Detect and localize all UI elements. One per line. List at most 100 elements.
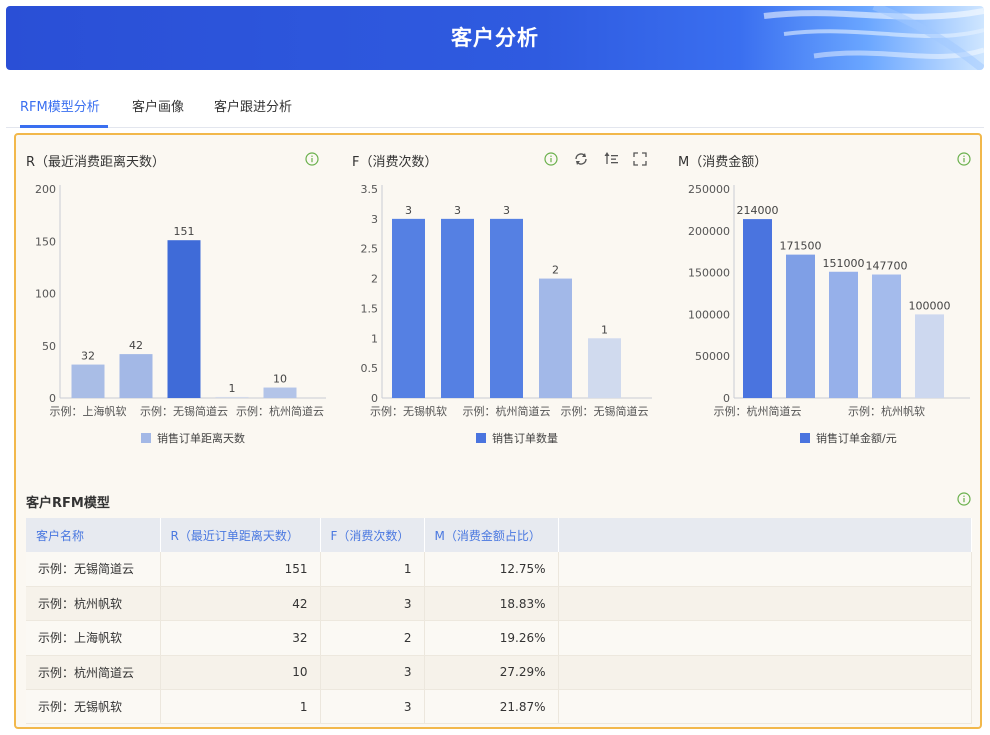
y-tick-label: 150000 [688,267,730,280]
rfm-table-title: 客户RFM模型 [26,496,110,511]
bar [119,354,153,398]
y-tick-label: 0 [49,392,56,405]
rfm-table: 客户名称 R（最近订单距离天数） F（消费次数） M（消费金额占比） 示例：无锡… [26,518,972,725]
cell-r: 151 [160,552,321,587]
data-label: 3 [454,204,461,217]
cell-empty [558,620,972,656]
sort-icon[interactable] [603,151,619,167]
cell-f: 1 [320,552,425,587]
chart-m-title: M（消费金额） [678,155,768,170]
bar [167,240,201,398]
m-monetary-bar-chart: 0 50000 100000 150000 200000 250000 214000 1715… [688,183,970,445]
chart-f-title: F（消费次数） [352,155,438,170]
data-label: 42 [129,339,143,352]
bar [539,278,572,398]
cell-m: 27.29% [424,655,559,691]
y-tick-label: 200 [35,183,56,196]
y-tick-label: 50000 [695,350,730,363]
r-recency-bar-chart: 0 50 100 150 200 32 42 151 1 10 示例：上海帆软 示例：无锡简道云 示例：… [35,183,326,445]
data-label: 147700 [866,260,908,273]
y-tick-label: 50 [42,340,56,353]
data-label: 10 [273,373,287,386]
tab-rfm-analysis[interactable]: RFM模型分析 [20,96,100,115]
bar [915,314,944,398]
y-tick-label: 150 [35,235,56,248]
active-tab-indicator [20,125,108,128]
cell-customer: 示例：无锡帆软 [26,689,161,725]
info-icon[interactable] [957,492,971,506]
cell-customer: 示例：杭州简道云 [26,655,161,691]
bar [71,364,105,398]
info-icon[interactable] [544,152,558,166]
bar [263,387,297,398]
y-tick-label: 3 [371,213,378,226]
info-icon[interactable] [957,152,971,166]
y-tick-label: 3.5 [361,183,379,196]
data-label: 100000 [909,299,951,312]
cell-empty [558,552,972,587]
x-tick-label: 示例：无锡简道云 [561,404,649,418]
table-row[interactable]: 示例：上海帆软 32 2 19.26% [26,620,972,656]
x-tick-label: 示例：杭州简道云 [714,404,802,418]
cell-empty [558,689,972,725]
data-label: 3 [503,204,510,217]
data-label: 151 [174,225,195,238]
data-label: 3 [405,204,412,217]
y-tick-label: 0 [371,392,378,405]
x-tick-label: 示例：无锡简道云 [140,404,228,418]
data-label: 214000 [737,204,779,217]
cell-customer: 示例：无锡简道云 [26,552,161,587]
cell-m: 19.26% [424,620,559,656]
x-tick-label: 示例：杭州帆软 [848,404,925,418]
y-tick-label: 0.5 [361,362,379,375]
bar [786,254,815,398]
data-label: 1 [601,323,608,336]
cell-f: 3 [320,655,425,691]
x-tick-label: 示例：杭州简道云 [236,404,324,418]
data-label: 2 [552,264,559,277]
data-label: 171500 [780,240,822,253]
cell-m: 21.87% [424,689,559,725]
y-tick-label: 2.5 [361,243,379,256]
x-tick-label: 示例：无锡帆软 [370,404,447,418]
tab-bar: RFM模型分析 客户画像 客户跟进分析 [6,86,984,128]
table-row[interactable]: 示例：无锡帆软 1 3 21.87% [26,689,972,725]
legend-label: 销售订单金额/元 [816,431,897,445]
table-row[interactable]: 示例：杭州简道云 10 3 27.29% [26,655,972,691]
table-row[interactable]: 示例：杭州帆软 42 3 18.83% [26,586,972,622]
table-row[interactable]: 示例：无锡简道云 151 1 12.75% [26,552,972,587]
info-icon[interactable] [305,152,319,166]
cell-f: 3 [320,689,425,725]
tab-customer-followup[interactable]: 客户跟进分析 [214,96,292,115]
cell-m: 12.75% [424,552,559,587]
legend-swatch [141,433,151,443]
bar [829,271,858,398]
cell-f: 3 [320,586,425,622]
x-tick-label: 示例：杭州简道云 [463,404,551,418]
f-frequency-bar-chart: 0 0.5 1 1.5 2 2.5 3 3.5 3 3 3 2 1 示例：无锡帆软 示例：杭州简道云 示例：无… [361,183,652,445]
bar [441,218,474,398]
cell-empty [558,655,972,691]
bar [743,219,772,398]
cell-customer: 示例：杭州帆软 [26,586,161,622]
y-tick-label: 0 [723,392,730,405]
y-tick-label: 200000 [688,225,730,238]
data-label: 32 [81,350,95,363]
tab-customer-profile[interactable]: 客户画像 [132,96,184,115]
y-tick-label: 100000 [688,308,730,321]
legend-label: 销售订单数量 [492,431,558,445]
x-tick-label: 示例：上海帆软 [50,404,127,418]
fullscreen-icon[interactable] [632,151,648,167]
cell-r: 10 [160,655,321,691]
cell-empty [558,586,972,622]
chart-r-title: R（最近消费距离天数） [26,155,166,170]
column-header-customer[interactable]: 客户名称 [26,518,161,552]
column-header-r[interactable]: R（最近订单距离天数） [160,518,321,552]
y-tick-label: 100 [35,288,56,301]
refresh-icon[interactable] [573,151,589,167]
page-title: 客户分析 [451,26,539,50]
table-header-row: 客户名称 R（最近订单距离天数） F（消费次数） M（消费金额占比） [26,518,972,552]
column-header-f[interactable]: F（消费次数） [320,518,425,552]
bar [588,338,621,398]
column-header-m[interactable]: M（消费金额占比） [424,518,559,552]
